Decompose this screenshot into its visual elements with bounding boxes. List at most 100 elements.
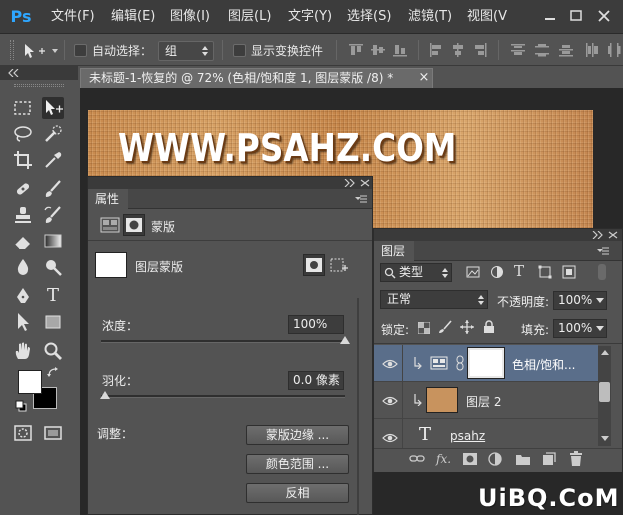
feather-slider-thumb[interactable] xyxy=(100,391,110,399)
density-slider-track[interactable] xyxy=(101,340,345,343)
gradient-tool-icon[interactable] xyxy=(42,230,64,252)
visibility-eye-icon[interactable] xyxy=(382,432,398,444)
dodge-tool-icon[interactable] xyxy=(42,256,64,278)
layer-thumbnail[interactable] xyxy=(426,387,458,413)
crop-tool-icon[interactable] xyxy=(12,149,34,171)
filter-smart-object-icon[interactable] xyxy=(562,265,576,279)
fill-field[interactable]: 100% xyxy=(553,319,607,338)
blend-mode-dropdown[interactable]: 正常 xyxy=(380,290,488,309)
new-group-icon[interactable] xyxy=(515,452,531,466)
layer-style-icon[interactable]: fx. xyxy=(436,451,454,467)
add-vector-mask-icon[interactable] xyxy=(329,256,349,276)
align-top-icon[interactable] xyxy=(348,42,364,58)
new-layer-icon[interactable] xyxy=(542,452,556,466)
eyedropper-tool-icon[interactable] xyxy=(42,149,64,171)
layer-row-hue-saturation[interactable]: 色相/饱和... xyxy=(374,345,598,382)
visibility-eye-icon[interactable] xyxy=(382,395,398,407)
lock-pixels-icon[interactable] xyxy=(438,320,452,334)
distribute-left-icon[interactable] xyxy=(584,42,600,58)
menu-select[interactable]: 选择(S) xyxy=(347,0,391,34)
foreground-color-swatch[interactable] xyxy=(18,370,42,394)
align-bottom-icon[interactable] xyxy=(392,42,408,58)
filter-type-icon[interactable]: T xyxy=(514,262,528,280)
properties-scrollbar[interactable] xyxy=(357,298,359,515)
feather-slider-track[interactable] xyxy=(101,395,345,398)
tab-properties[interactable]: 属性 xyxy=(88,189,128,209)
menu-edit[interactable]: 编辑(E) xyxy=(111,0,155,34)
mask-link-icon[interactable] xyxy=(456,355,464,371)
select-mask-icon[interactable] xyxy=(303,254,325,276)
menu-type[interactable]: 文字(Y) xyxy=(288,0,332,34)
layer-name[interactable]: psahz xyxy=(450,429,485,443)
blur-tool-icon[interactable] xyxy=(12,256,34,278)
filter-toggle-icon[interactable] xyxy=(598,264,606,280)
layer-filter-dropdown[interactable]: 类型 xyxy=(380,263,452,282)
mask-edge-button[interactable]: 蒙版边缘 ... xyxy=(246,425,349,445)
menu-image[interactable]: 图像(I) xyxy=(170,0,210,34)
align-left-icon[interactable] xyxy=(428,42,444,58)
feather-field[interactable]: 0.0 像素 xyxy=(288,371,344,390)
layer-name[interactable]: 图层 2 xyxy=(466,393,501,410)
move-tool-icon[interactable] xyxy=(42,97,64,119)
marquee-tool-icon[interactable] xyxy=(12,97,34,119)
lock-all-icon[interactable] xyxy=(483,320,495,334)
panel-menu-icon[interactable] xyxy=(596,246,610,256)
align-right-icon[interactable] xyxy=(472,42,488,58)
layers-scrollbar[interactable] xyxy=(598,346,611,446)
type-tool-icon[interactable]: T xyxy=(42,285,64,307)
align-hcenter-icon[interactable] xyxy=(450,42,466,58)
minimize-icon[interactable] xyxy=(540,7,560,25)
document-tab[interactable]: 未标题-1-恢复的 @ 72% (色相/饱和度 1, 图层蒙版 /8) * xyxy=(80,68,433,88)
default-colors-icon[interactable] xyxy=(15,400,27,412)
pen-tool-icon[interactable] xyxy=(12,285,34,307)
distribute-top-icon[interactable] xyxy=(510,42,526,58)
density-field[interactable]: 100% xyxy=(288,315,344,334)
density-slider-thumb[interactable] xyxy=(340,336,350,344)
show-transform-checkbox[interactable] xyxy=(233,44,246,57)
close-window-icon[interactable] xyxy=(594,7,614,25)
layer-mask-thumbnail[interactable] xyxy=(467,347,505,379)
lock-position-icon[interactable] xyxy=(460,320,474,334)
screen-mode-icon[interactable] xyxy=(42,422,64,444)
auto-select-dropdown[interactable]: 组 xyxy=(158,41,214,61)
scroll-down-icon[interactable] xyxy=(601,436,609,441)
link-layers-icon[interactable] xyxy=(409,452,425,466)
clone-stamp-tool-icon[interactable] xyxy=(12,204,34,226)
new-adjustment-layer-icon[interactable] xyxy=(488,452,502,466)
visibility-eye-icon[interactable] xyxy=(382,358,398,370)
panel-menu-icon[interactable] xyxy=(354,194,368,204)
distribute-vcenter-icon[interactable] xyxy=(534,42,550,58)
hand-tool-icon[interactable] xyxy=(12,340,34,362)
quick-mask-icon[interactable] xyxy=(12,422,34,444)
move-tool-preset-icon[interactable] xyxy=(22,41,62,61)
lasso-tool-icon[interactable] xyxy=(12,123,34,145)
lock-transparent-icon[interactable] xyxy=(417,321,431,335)
auto-select-checkbox[interactable] xyxy=(74,44,87,57)
menu-view[interactable]: 视图(V xyxy=(467,0,507,34)
brush-tool-icon[interactable] xyxy=(42,178,64,200)
rectangle-tool-icon[interactable] xyxy=(42,311,64,333)
distribute-bottom-icon[interactable] xyxy=(558,42,574,58)
filter-shape-icon[interactable] xyxy=(538,265,552,279)
eraser-tool-icon[interactable] xyxy=(12,230,34,252)
add-mask-icon[interactable] xyxy=(462,452,478,466)
layer-name[interactable]: 色相/饱和... xyxy=(512,356,576,373)
color-range-button[interactable]: 颜色范围 ... xyxy=(246,454,349,474)
scroll-thumb[interactable] xyxy=(599,382,610,402)
distribute-hcenter-icon[interactable] xyxy=(606,42,622,58)
quick-select-tool-icon[interactable] xyxy=(42,123,64,145)
layer-row-layer-2[interactable]: 图层 2 xyxy=(374,382,598,419)
path-selection-tool-icon[interactable] xyxy=(12,311,34,333)
maximize-icon[interactable] xyxy=(566,7,586,25)
opacity-field[interactable]: 100% xyxy=(553,291,607,310)
tab-layers[interactable]: 图层 xyxy=(374,241,414,261)
filter-pixel-icon[interactable] xyxy=(466,265,480,279)
menu-layer[interactable]: 图层(L) xyxy=(228,0,271,34)
swap-colors-icon[interactable] xyxy=(47,366,61,378)
delete-layer-icon[interactable] xyxy=(569,451,583,467)
scroll-up-icon[interactable] xyxy=(601,350,609,355)
healing-brush-tool-icon[interactable] xyxy=(12,178,34,200)
zoom-tool-icon[interactable] xyxy=(42,340,64,362)
invert-button[interactable]: 反相 xyxy=(246,483,349,503)
pixel-mask-icon[interactable] xyxy=(100,216,120,234)
